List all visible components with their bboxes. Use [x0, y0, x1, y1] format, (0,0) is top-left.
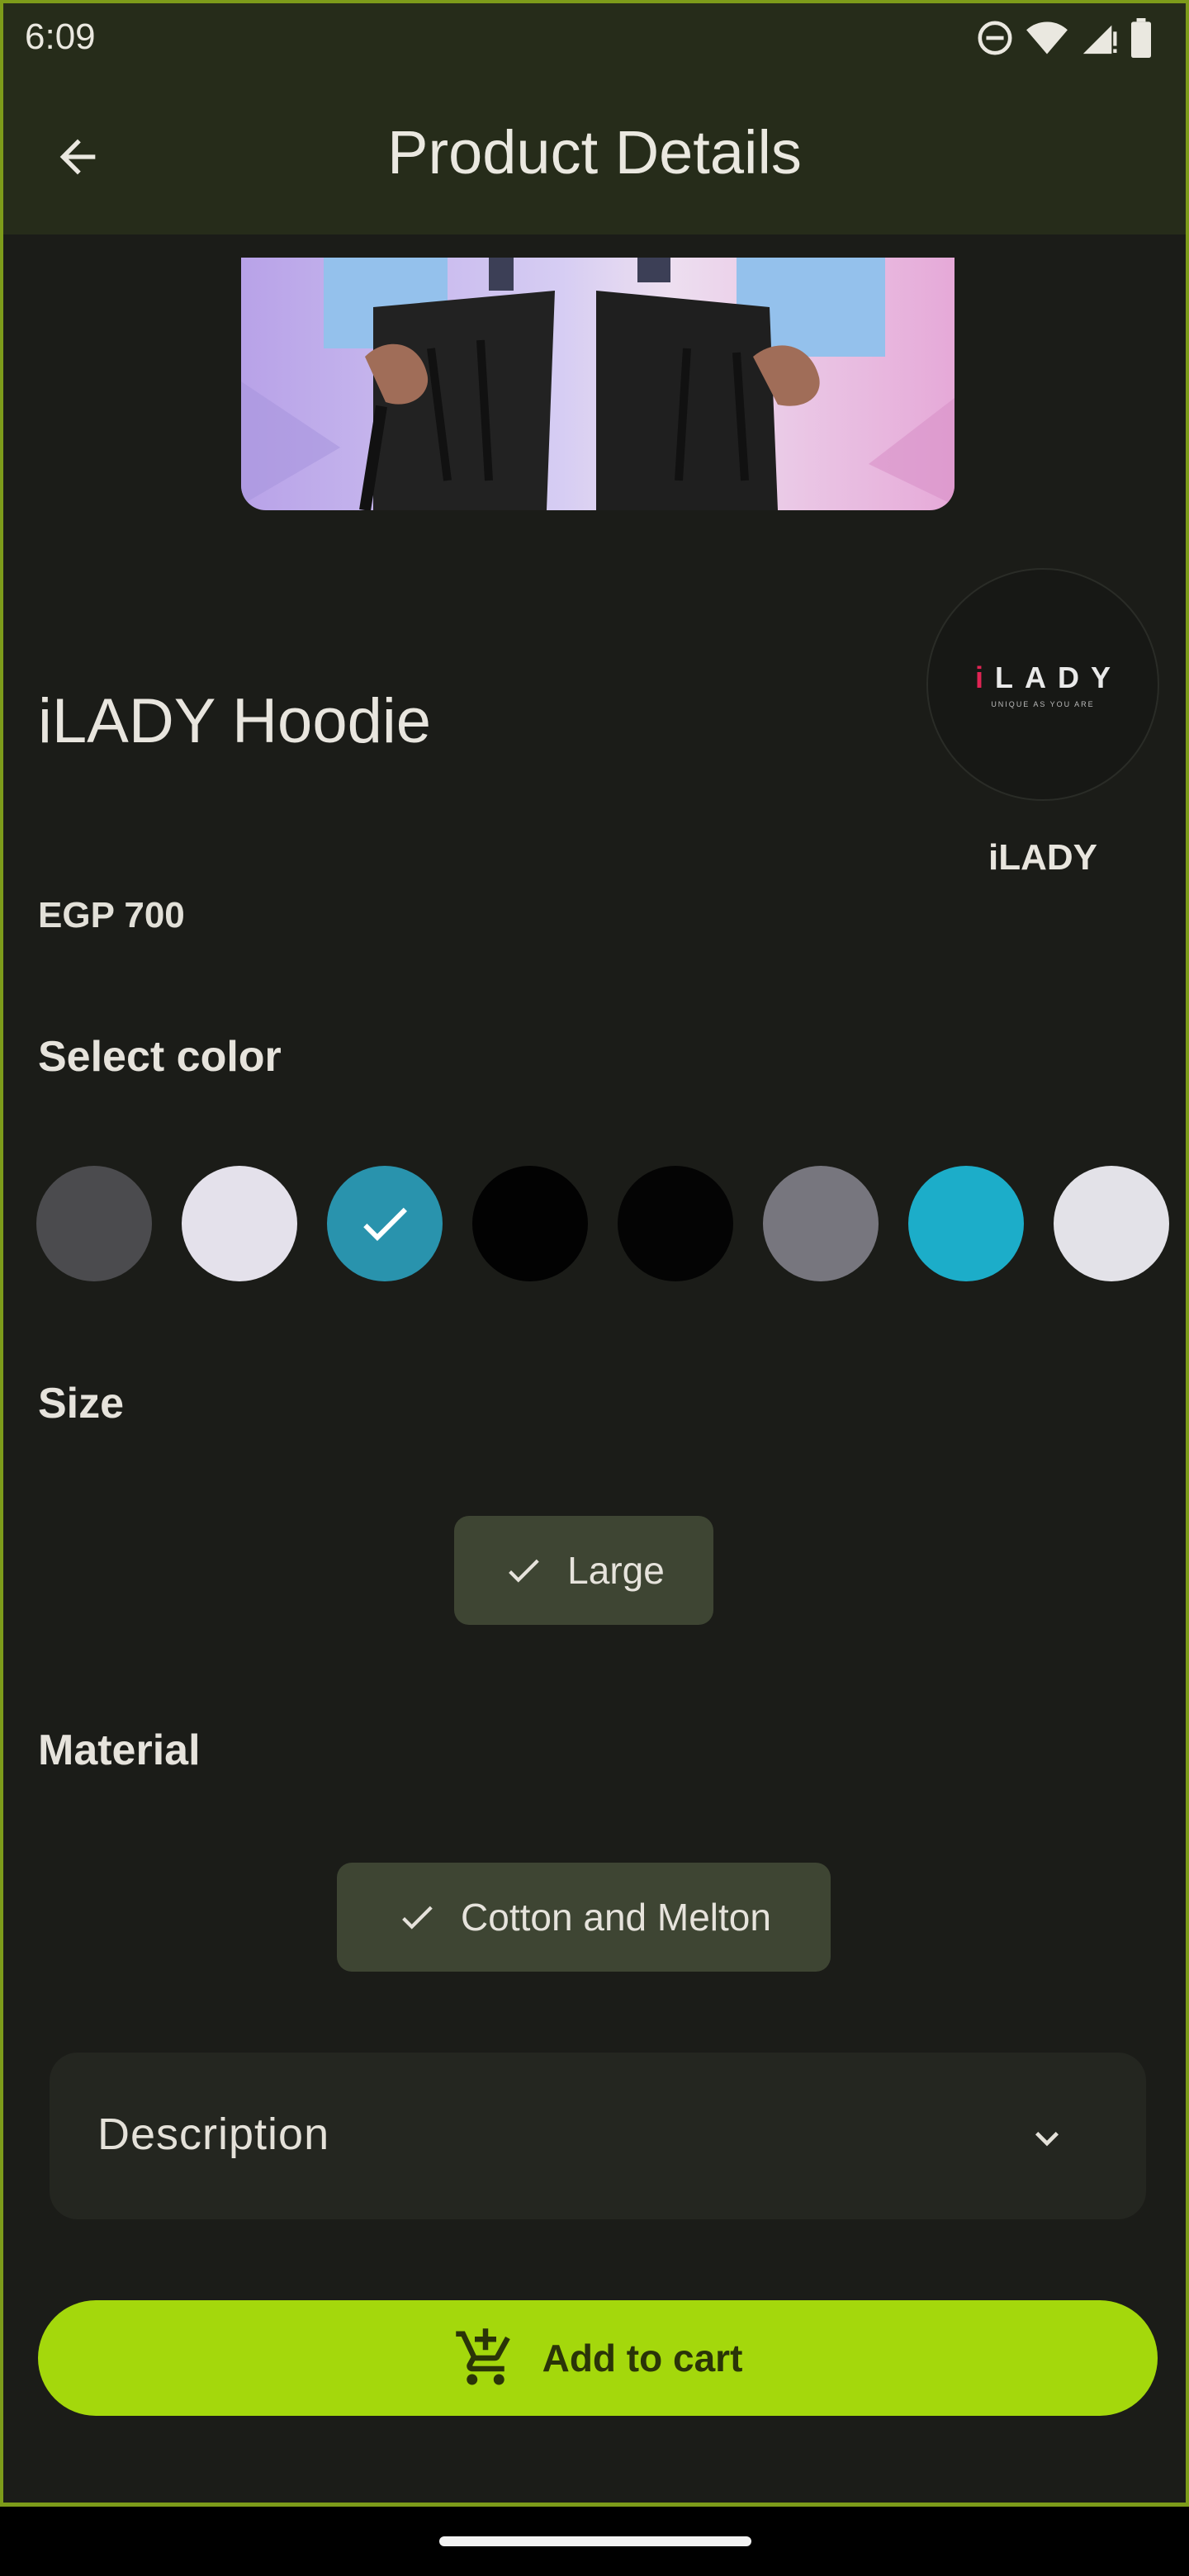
- size-chip-large[interactable]: Large: [454, 1516, 713, 1625]
- material-section-label: Material: [38, 1726, 201, 1774]
- app-bar: Product Details: [3, 73, 1186, 234]
- chevron-down-icon: [1035, 2132, 1059, 2147]
- status-time: 6:09: [25, 17, 96, 57]
- status-icons: [976, 17, 1153, 59]
- app-screen: 6:09 Product Details iLADY Hoodie iLADY …: [0, 0, 1189, 2507]
- check-icon: [509, 1559, 539, 1583]
- color-section-label: Select color: [38, 1033, 282, 1081]
- status-bar: 6:09: [3, 3, 1186, 73]
- add-to-cart-label: Add to cart: [542, 2337, 743, 2379]
- size-section-label: Size: [38, 1380, 125, 1428]
- page-title: Product Details: [387, 118, 802, 187]
- gesture-nav-handle[interactable]: [439, 2536, 751, 2546]
- size-chip-label: Large: [567, 1549, 665, 1592]
- color-swatch[interactable]: [182, 1166, 297, 1281]
- material-chip[interactable]: Cotton and Melton: [337, 1863, 831, 1972]
- add-to-cart-button[interactable]: Add to cart: [38, 2300, 1158, 2416]
- product-name: iLADY Hoodie: [38, 686, 432, 756]
- material-chip-label: Cotton and Melton: [461, 1896, 771, 1939]
- check-icon: [363, 1207, 407, 1241]
- product-image: [241, 258, 955, 510]
- color-swatch[interactable]: [327, 1166, 443, 1281]
- color-swatch[interactable]: [1054, 1166, 1169, 1281]
- do-not-disturb-icon: [978, 21, 1012, 55]
- cellular-signal-icon: [1082, 25, 1117, 54]
- wifi-icon: [1026, 21, 1068, 54]
- brand-logo[interactable]: iLADY UNIQUE AS YOU ARE: [926, 568, 1159, 801]
- product-price: EGP 700: [38, 895, 185, 935]
- color-swatch[interactable]: [908, 1166, 1024, 1281]
- check-icon: [402, 1906, 433, 1930]
- color-swatch[interactable]: [618, 1166, 733, 1281]
- description-title: Description: [97, 2110, 330, 2159]
- color-swatch[interactable]: [763, 1166, 879, 1281]
- color-swatch[interactable]: [36, 1166, 152, 1281]
- brand-logo-tagline: UNIQUE AS YOU ARE: [991, 700, 1095, 708]
- brand-logo-text: iLADY: [974, 661, 1122, 694]
- add-shopping-cart-icon: [455, 2328, 510, 2385]
- color-swatch[interactable]: [472, 1166, 588, 1281]
- battery-icon: [1131, 18, 1151, 58]
- product-photo: [241, 258, 955, 510]
- brand-name: iLADY: [988, 837, 1097, 878]
- description-expander[interactable]: Description: [50, 2053, 1146, 2219]
